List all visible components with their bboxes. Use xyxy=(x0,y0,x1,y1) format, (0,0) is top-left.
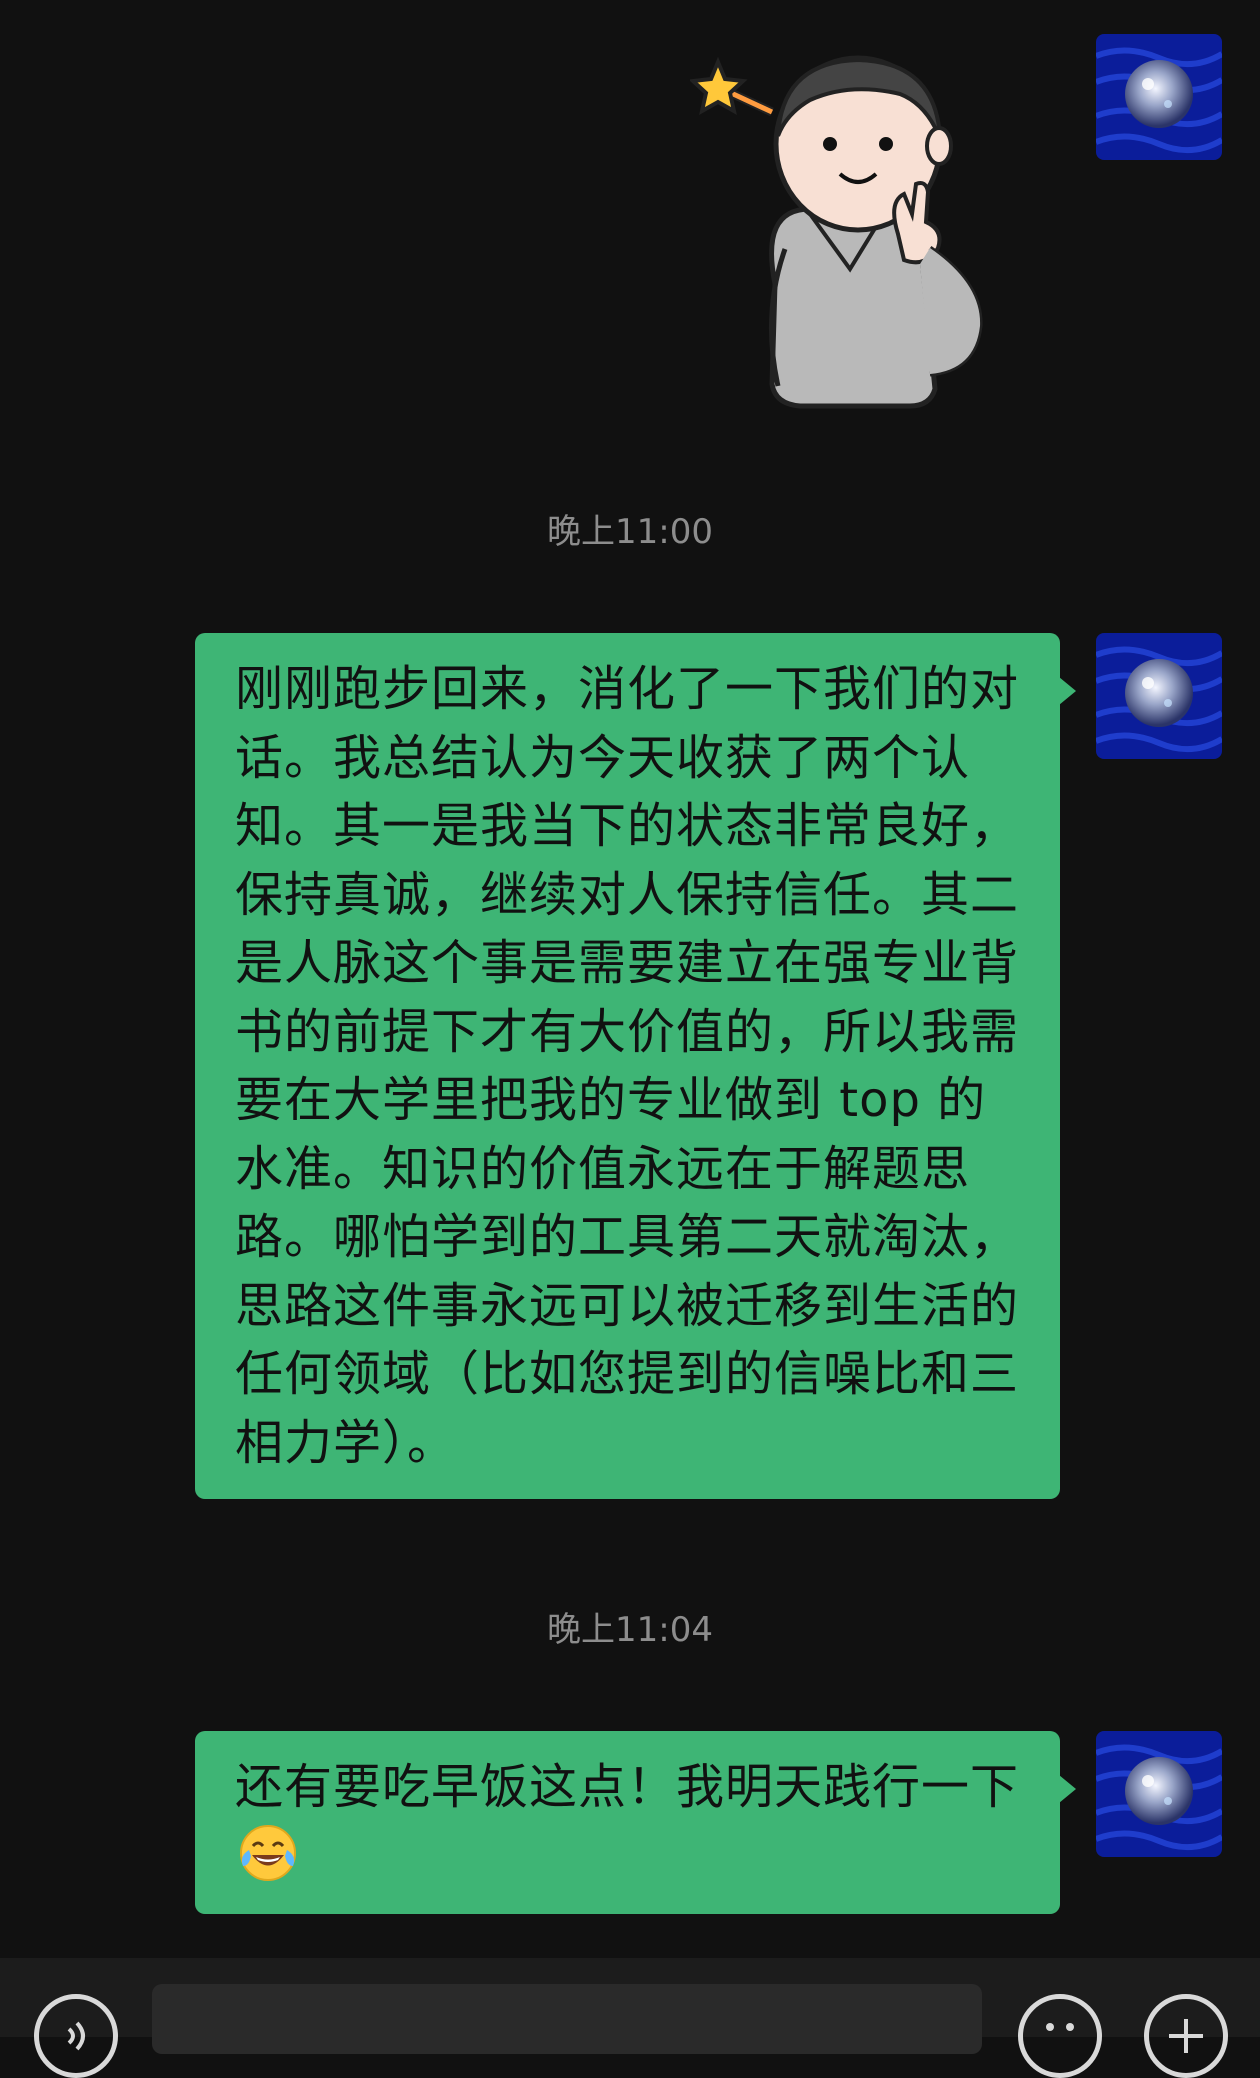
chat-area[interactable]: 晚上11:00 刚刚跑步回来，消化了一下我们的对话。我总结认为今天收获了两个认知… xyxy=(0,0,1260,1958)
planet-avatar-icon xyxy=(1096,633,1222,759)
voice-icon[interactable] xyxy=(34,1994,118,2078)
timestamp: 晚上11:04 xyxy=(547,1610,713,1650)
user-avatar[interactable] xyxy=(1096,633,1222,759)
message-text: 还有要吃早饭这点！我明天践行一下 xyxy=(235,1759,1020,1815)
timestamp: 晚上11:00 xyxy=(547,512,713,552)
planet-avatar-icon xyxy=(1096,1731,1222,1857)
tears-of-joy-emoji-icon xyxy=(237,1822,299,1884)
emoji-icon[interactable] xyxy=(1018,1994,1102,2078)
user-avatar[interactable] xyxy=(1096,1731,1222,1857)
input-bar xyxy=(0,1958,1260,2078)
planet-avatar-icon xyxy=(1096,34,1222,160)
message-bubble[interactable]: 还有要吃早饭这点！我明天践行一下 xyxy=(195,1731,1076,1914)
user-avatar[interactable] xyxy=(1096,34,1222,160)
sticker-message[interactable] xyxy=(688,34,1030,412)
plus-icon[interactable] xyxy=(1144,1994,1228,2078)
message-bubble[interactable]: 刚刚跑步回来，消化了一下我们的对话。我总结认为今天收获了两个认知。其一是我当下的… xyxy=(195,633,1076,1499)
boy-peace-sign-sticker-icon xyxy=(688,55,983,409)
message-input[interactable] xyxy=(152,1984,982,2054)
